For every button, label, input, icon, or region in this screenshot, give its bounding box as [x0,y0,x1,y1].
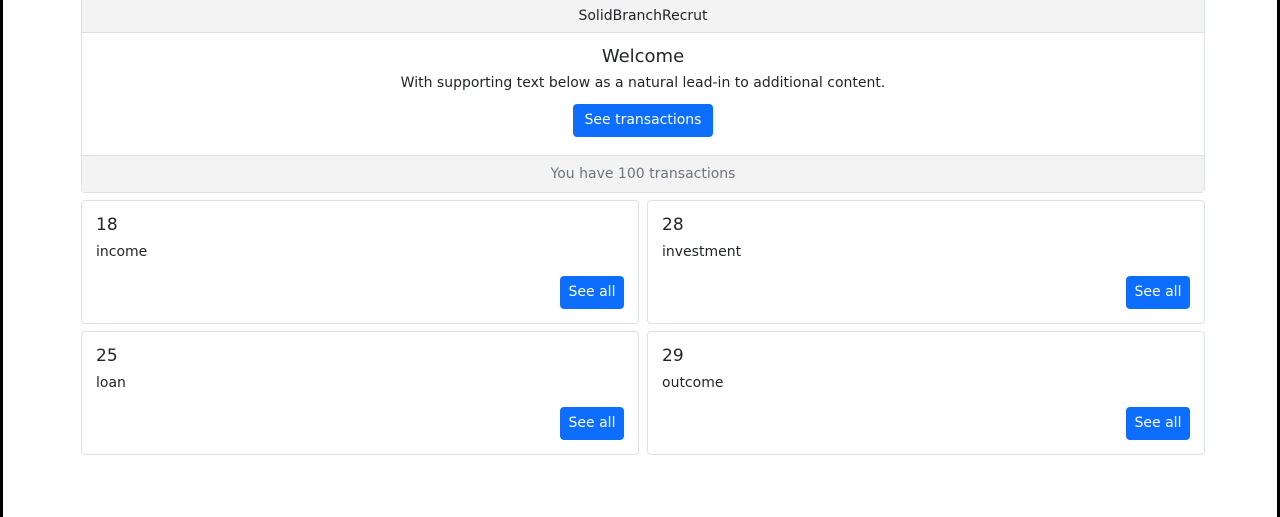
welcome-card: SolidBranchRecrut Welcome With supportin… [81,0,1205,193]
see-all-loan-button[interactable]: See all [560,407,624,440]
see-transactions-button[interactable]: See transactions [572,104,714,137]
category-grid: 18 income See all 28 investment See all … [81,200,1205,462]
see-all-income-button[interactable]: See all [560,276,624,309]
see-all-investment-button[interactable]: See all [1126,276,1190,309]
category-label: investment [662,244,742,260]
category-card-loan: 25 loan See all [81,331,639,455]
category-count: 29 [662,346,684,366]
window-edge-left [0,0,3,517]
app-title: SolidBranchRecrut [82,0,1204,33]
category-card-outcome: 29 outcome See all [647,331,1205,455]
transactions-count: You have 100 transactions [82,155,1204,192]
page-container: SolidBranchRecrut Welcome With supportin… [81,0,1205,462]
see-all-outcome-button[interactable]: See all [1126,407,1190,440]
category-card-investment: 28 investment See all [647,200,1205,324]
welcome-title: Welcome [601,46,685,67]
welcome-text: With supporting text below as a natural … [400,75,886,91]
category-label: outcome [662,375,724,391]
category-count: 25 [96,346,118,366]
category-card-income: 18 income See all [81,200,639,324]
category-label: income [96,244,148,260]
category-count: 28 [662,215,684,235]
welcome-body: Welcome With supporting text below as a … [82,33,1204,155]
category-count: 18 [96,215,118,235]
category-label: loan [96,375,126,391]
